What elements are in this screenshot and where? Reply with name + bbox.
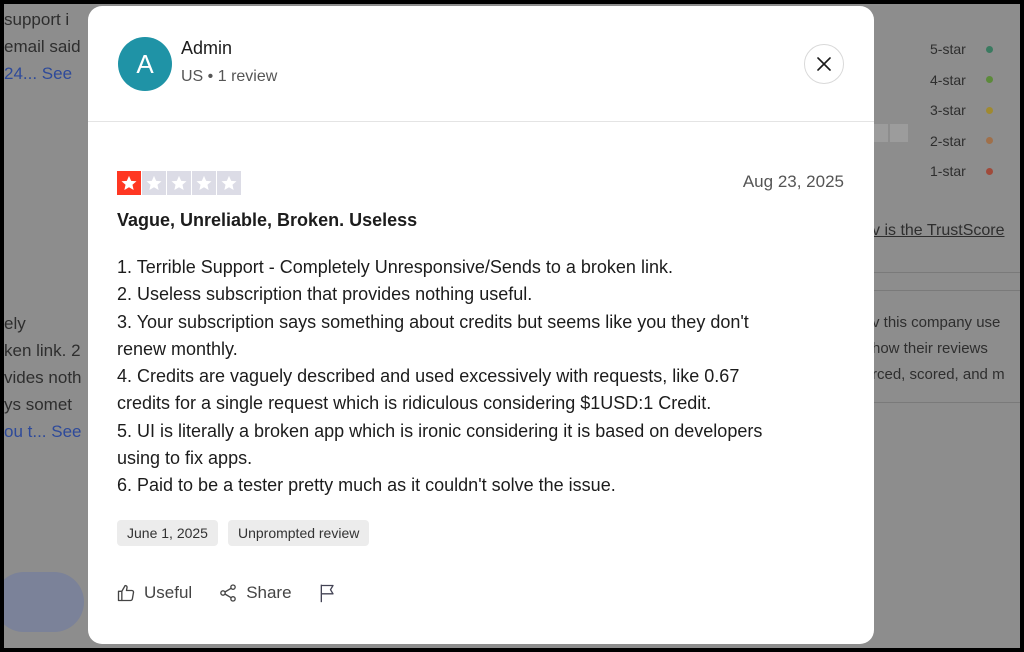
flag-icon <box>320 584 334 603</box>
rating-dot <box>986 76 993 84</box>
review-body-line: credits for a single request which is ri… <box>117 393 712 414</box>
rating-row: 5-star <box>930 34 993 65</box>
rating-dot <box>986 137 993 145</box>
star-icon <box>142 171 166 195</box>
review-actions: Useful Share <box>116 582 364 604</box>
share-button[interactable]: Share <box>218 583 292 603</box>
background-text-line: email said <box>4 37 81 56</box>
review-date: Aug 23, 2025 <box>742 172 844 191</box>
review-body-line: using to fix apps. <box>117 448 253 469</box>
rating-dot <box>986 167 993 175</box>
background-review-snippet-bottom: ely ken link. 2 vides noth ys somet ou t… <box>4 310 82 445</box>
background-text-line: ken link. 2 <box>4 341 81 360</box>
review-body: 1. Terrible Support - Completely Unrespo… <box>117 254 857 500</box>
close-icon <box>817 57 831 71</box>
background-text-line: ys somet <box>4 395 73 414</box>
star-icon <box>117 171 141 195</box>
background-text-line: support i <box>4 10 70 29</box>
background-button <box>4 572 84 632</box>
background-rating-distribution: 5-star 4-star 3-star 2-star 1-star <box>930 34 993 187</box>
review-modal: A Admin US • 1 review Aug 23, 2025 Vague… <box>88 6 874 644</box>
review-body-line: 4. Credits are vaguely described and use… <box>117 366 740 387</box>
useful-button[interactable]: Useful <box>116 583 192 603</box>
modal-header: A Admin US • 1 review <box>88 6 874 122</box>
rating-row: 1-star <box>930 156 993 187</box>
background-see-more-link: 24... See <box>4 64 73 83</box>
share-icon <box>220 584 237 602</box>
background-info-text: v this company use how their reviews rce… <box>872 314 1005 383</box>
avatar: A <box>118 37 172 91</box>
review-body-line: 6. Paid to be a tester pretty much as it… <box>117 475 616 496</box>
review-body-line: renew monthly. <box>117 338 238 359</box>
reviewer-meta: US • 1 review <box>181 68 278 85</box>
background-text-line: vides noth <box>4 368 82 387</box>
review-body-line: 2. Useless subscription that provides no… <box>117 284 533 305</box>
background-divider <box>872 272 1020 273</box>
close-button[interactable] <box>804 44 844 84</box>
share-label: Share <box>246 583 292 602</box>
rating-row: 2-star <box>930 126 993 157</box>
background-review-snippet-top: support i email said 24... See <box>4 6 81 87</box>
background-star-rating <box>870 124 908 142</box>
star-rating <box>117 171 241 195</box>
thumbs-up-icon <box>117 584 135 602</box>
background-divider <box>872 402 1020 403</box>
star-icon <box>890 124 908 142</box>
review-body-line: 1. Terrible Support - Completely Unrespo… <box>117 257 673 277</box>
useful-label: Useful <box>144 583 193 602</box>
rating-dot <box>986 106 993 114</box>
review-body-line: 3. Your subscription says something abou… <box>117 311 749 332</box>
star-icon <box>167 171 191 195</box>
background-divider <box>872 290 1020 291</box>
star-icon <box>217 171 241 195</box>
report-button[interactable] <box>318 582 338 604</box>
rating-dot <box>986 45 993 53</box>
experience-date-tag: June 1, 2025 <box>117 520 218 546</box>
star-icon <box>192 171 216 195</box>
review-title: Vague, Unreliable, Broken. Useless <box>117 210 418 230</box>
background-see-more-link: ou t... See <box>4 422 82 441</box>
reviewer-name[interactable]: Admin <box>181 38 232 59</box>
review-body-line: 5. UI is literally a broken app which is… <box>117 420 763 441</box>
review-tags: June 1, 2025 Unprompted review <box>117 520 370 546</box>
background-text-line: ely <box>4 314 26 333</box>
rating-row: 4-star <box>930 65 993 96</box>
unprompted-review-tag[interactable]: Unprompted review <box>227 520 370 546</box>
rating-row: 3-star <box>930 95 993 126</box>
background-trustscore-link: v is the TrustScore <box>872 222 1005 239</box>
